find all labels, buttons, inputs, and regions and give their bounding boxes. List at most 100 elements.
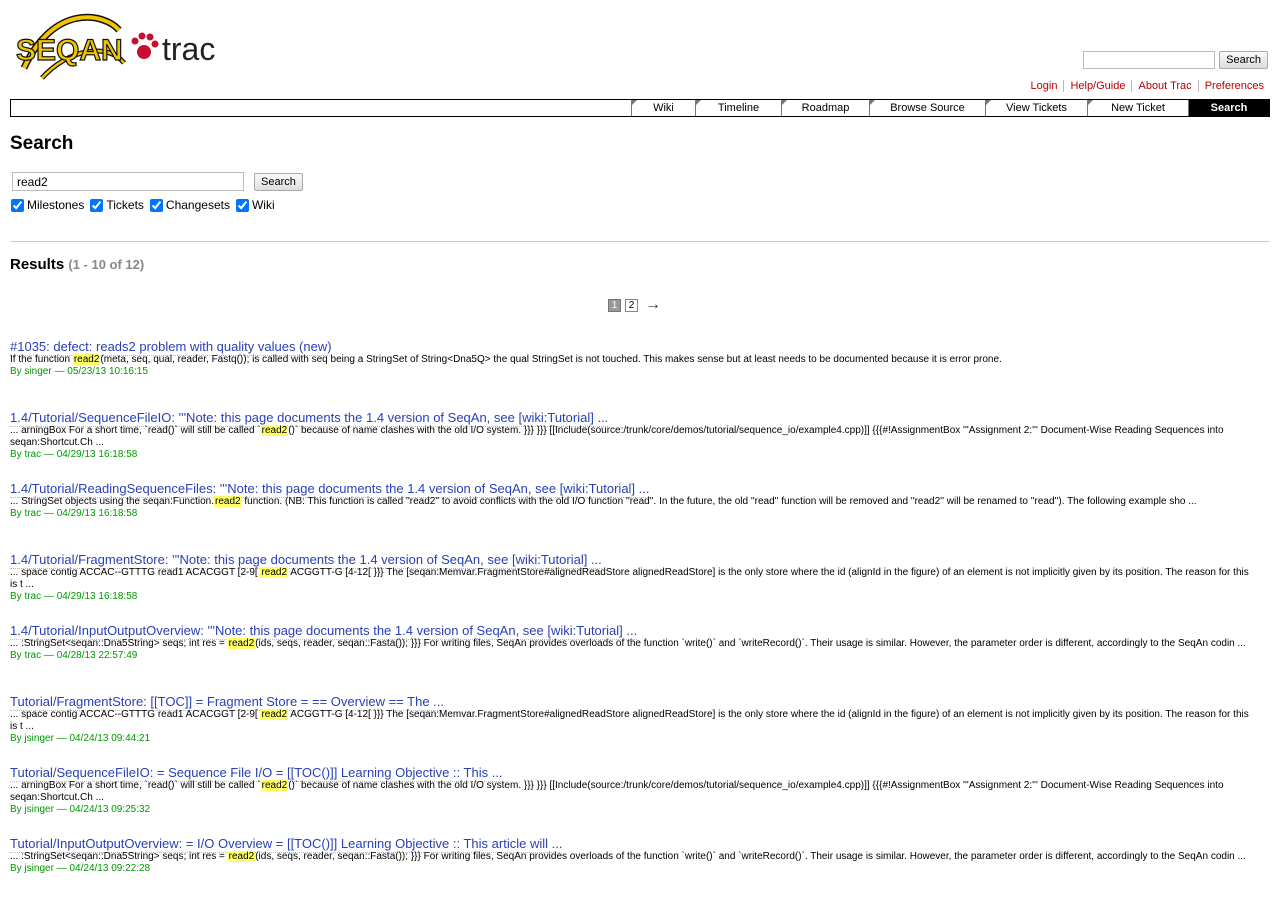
svg-text:SEQAN: SEQAN <box>16 34 123 67</box>
result-item: 1.4/Tutorial/ReadingSequenceFiles: '''No… <box>10 480 1250 551</box>
by-label: By <box>10 804 22 815</box>
page-1: 1 <box>608 298 621 312</box>
next-page-arrow-icon[interactable]: → <box>645 296 661 314</box>
result-item: 1.4/Tutorial/FragmentStore: '''Note: thi… <box>10 551 1250 622</box>
result-date[interactable]: 04/29/13 16:18:58 <box>57 591 138 602</box>
nav-view-tickets[interactable]: View Tickets <box>985 100 1087 116</box>
by-label: By <box>10 508 22 519</box>
result-meta: By trac — 04/28/13 22:57:49 <box>10 650 1250 662</box>
dash-separator: — <box>43 650 54 661</box>
help-guide-link[interactable]: Help/Guide <box>1063 80 1131 92</box>
result-meta: By trac — 04/29/13 16:18:58 <box>10 449 1250 461</box>
excerpt-text: (ids, seqs, reader, seqan::Fasta()); }}}… <box>255 851 1246 862</box>
pagination: 1 2 → <box>608 296 661 314</box>
changesets-checkbox[interactable] <box>149 198 163 212</box>
excerpt-text: ... arningBox For a short time, `read()`… <box>10 780 261 791</box>
about-trac-link[interactable]: About Trac <box>1131 80 1197 92</box>
result-author: trac <box>24 650 42 661</box>
dash-separator: — <box>43 591 54 602</box>
results-count: (1 - 10 of 12) <box>68 257 145 272</box>
search-form: Search <box>12 172 303 191</box>
excerpt-text: (ids, seqs, reader, seqan::Fasta()); }}}… <box>255 638 1246 649</box>
result-excerpt: ... space contig ACCAC--GTTTG read1 ACAC… <box>10 709 1250 733</box>
search-filters: Milestones Tickets Changesets Wiki <box>11 198 275 212</box>
result-author: singer <box>24 366 52 377</box>
by-label: By <box>10 733 22 744</box>
by-label: By <box>10 366 22 377</box>
by-label: By <box>10 863 22 874</box>
results-heading: Results (1 - 10 of 12) <box>10 256 144 273</box>
result-date[interactable]: 05/23/13 10:16:15 <box>67 366 148 377</box>
dash-separator: — <box>56 733 67 744</box>
top-search-form: Search <box>1083 51 1268 69</box>
nav-wiki[interactable]: Wiki <box>631 100 695 116</box>
result-author: jsinger <box>24 804 54 815</box>
search-highlight: read2 <box>260 425 289 436</box>
excerpt-text: ... space contig ACCAC--GTTTG read1 ACAC… <box>10 709 261 720</box>
by-label: By <box>10 449 22 460</box>
dash-separator: — <box>56 863 67 874</box>
excerpt-text: ... :StringSet<seqan::Dna5String> seqs; … <box>10 638 228 649</box>
excerpt-text: (meta, seq, qual, reader, Fastq()); is c… <box>100 354 1002 365</box>
search-highlight: read2 <box>72 354 101 365</box>
result-item: Tutorial/InputOutputOverview: = I/O Over… <box>10 835 1250 906</box>
search-highlight: read2 <box>227 851 256 862</box>
nav-roadmap[interactable]: Roadmap <box>781 100 869 116</box>
result-date[interactable]: 04/29/13 16:18:58 <box>57 508 138 519</box>
result-author: trac <box>24 508 42 519</box>
page-title: Search <box>10 133 74 154</box>
result-author: jsinger <box>24 863 54 874</box>
main-nav: Wiki Timeline Roadmap Browse Source View… <box>10 99 1270 117</box>
result-date[interactable]: 04/24/13 09:44:21 <box>69 733 150 744</box>
result-excerpt: ... arningBox For a short time, `read()`… <box>10 780 1250 804</box>
search-highlight: read2 <box>260 567 289 578</box>
filter-milestones[interactable]: Milestones <box>11 198 84 212</box>
search-highlight: read2 <box>260 780 289 791</box>
result-meta: By jsinger — 04/24/13 09:44:21 <box>10 733 1250 745</box>
result-item: #1035: defect: reads2 problem with quali… <box>10 338 1250 409</box>
search-query-input[interactable] <box>12 172 244 191</box>
filter-wiki[interactable]: Wiki <box>235 198 275 212</box>
result-author: trac <box>24 449 42 460</box>
by-label: By <box>10 650 22 661</box>
result-excerpt: ... space contig ACCAC--GTTTG read1 ACAC… <box>10 567 1250 591</box>
result-date[interactable]: 04/24/13 09:22:28 <box>69 863 150 874</box>
nav-new-ticket[interactable]: New Ticket <box>1087 100 1188 116</box>
by-label: By <box>10 591 22 602</box>
result-meta: By jsinger — 04/24/13 09:22:28 <box>10 863 1250 875</box>
result-item: 1.4/Tutorial/SequenceFileIO: '''Note: th… <box>10 409 1250 480</box>
page-2[interactable]: 2 <box>625 298 638 312</box>
login-link[interactable]: Login <box>1025 80 1064 92</box>
preferences-link[interactable]: Preferences <box>1197 80 1270 92</box>
wiki-checkbox[interactable] <box>235 198 249 212</box>
milestones-checkbox[interactable] <box>11 198 24 212</box>
result-meta: By trac — 04/29/13 16:18:58 <box>10 508 1250 520</box>
top-search-input[interactable] <box>1083 51 1216 69</box>
result-excerpt: ... StringSet objects using the seqan:Fu… <box>10 496 1250 508</box>
nav-search[interactable]: Search <box>1188 100 1269 116</box>
excerpt-text: ... arningBox For a short time, `read()`… <box>10 425 261 436</box>
result-author: jsinger <box>24 733 54 744</box>
nav-timeline[interactable]: Timeline <box>695 100 781 116</box>
result-excerpt: ... :StringSet<seqan::Dna5String> seqs; … <box>10 638 1250 650</box>
result-date[interactable]: 04/29/13 16:18:58 <box>57 449 138 460</box>
result-date[interactable]: 04/24/13 09:25:32 <box>69 804 150 815</box>
excerpt-text: If the function <box>10 354 73 365</box>
result-excerpt: If the function read2(meta, seq, qual, r… <box>10 354 1250 366</box>
top-search-button[interactable]: Search <box>1219 51 1268 69</box>
dash-separator: — <box>43 508 54 519</box>
filter-tickets[interactable]: Tickets <box>90 198 144 212</box>
dash-separator: — <box>43 449 54 460</box>
result-item: Tutorial/SequenceFileIO: = Sequence File… <box>10 764 1250 835</box>
results-list: #1035: defect: reads2 problem with quali… <box>10 338 1250 906</box>
search-highlight: read2 <box>227 638 256 649</box>
nav-browse-source[interactable]: Browse Source <box>869 100 985 116</box>
result-author: trac <box>24 591 42 602</box>
search-button[interactable]: Search <box>254 172 303 191</box>
result-date[interactable]: 04/28/13 22:57:49 <box>57 650 138 661</box>
result-item: 1.4/Tutorial/InputOutputOverview: '''Not… <box>10 622 1250 693</box>
filter-changesets[interactable]: Changesets <box>149 198 230 212</box>
tickets-checkbox[interactable] <box>90 198 104 212</box>
seqan-trac-logo[interactable]: SEQAN trac <box>14 8 230 84</box>
result-meta: By singer — 05/23/13 10:16:15 <box>10 366 1250 378</box>
